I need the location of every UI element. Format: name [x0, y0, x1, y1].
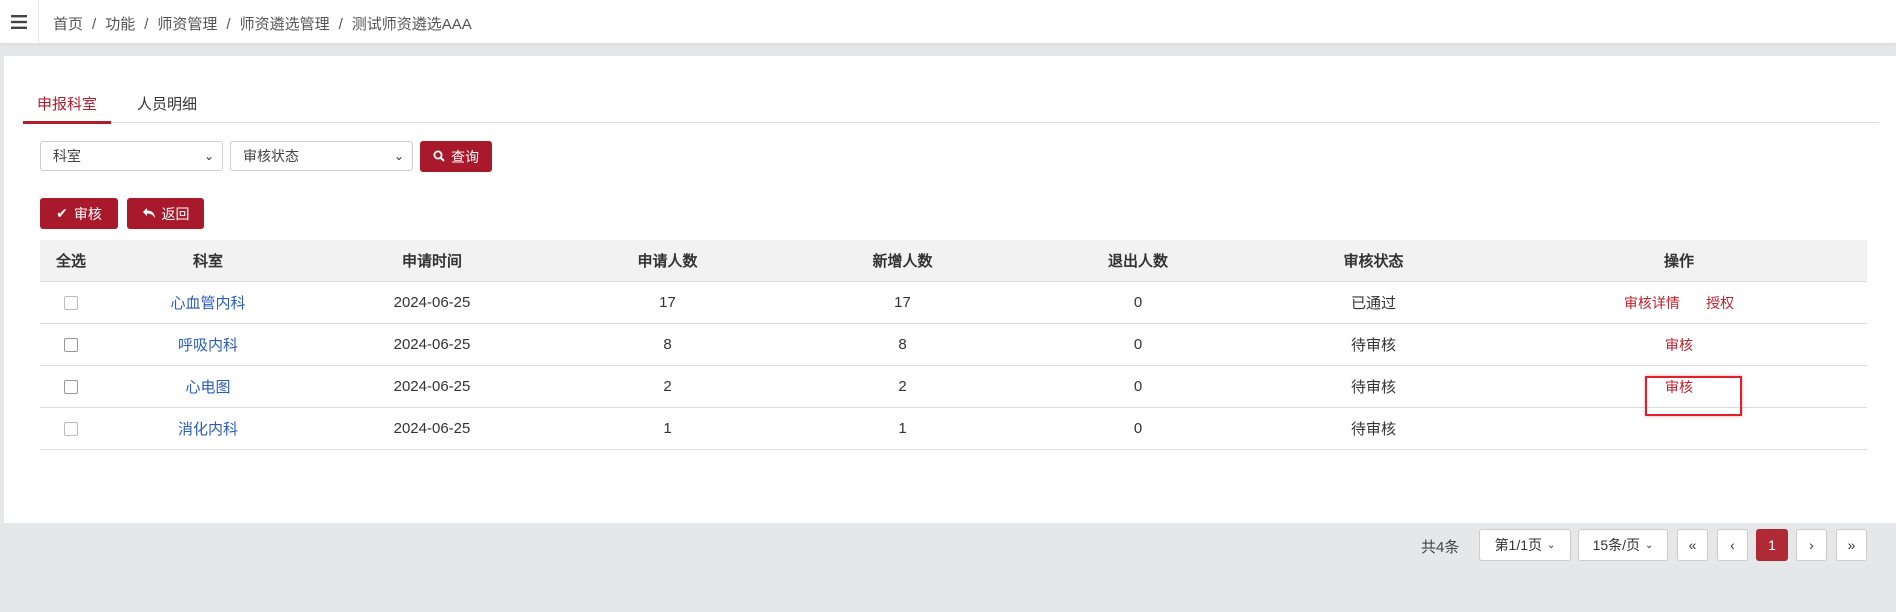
- apply-date: 2024-06-25: [314, 407, 550, 450]
- last-page-button[interactable]: »: [1836, 529, 1867, 561]
- column-header-select-all[interactable]: 全选: [40, 240, 102, 282]
- department-link[interactable]: 心血管内科: [170, 295, 245, 312]
- exited-count: 0: [1020, 323, 1256, 366]
- back-button-label: 返回: [161, 205, 190, 222]
- column-header-added: 新增人数: [785, 240, 1020, 282]
- tab-bar: 申报科室 人员明细: [23, 84, 1879, 124]
- breadcrumb-function[interactable]: 功能: [105, 16, 135, 33]
- applicant-count: 2: [550, 365, 785, 408]
- page-size-select[interactable]: 15条/页 ⌄: [1578, 529, 1668, 561]
- breadcrumb: 首页 / 功能 / 师资管理 / 师资遴选管理 / 测试师资遴选AAA: [53, 16, 472, 33]
- check-icon: ✔: [56, 205, 68, 221]
- audit-status: 待审核: [1256, 407, 1491, 450]
- chevron-down-icon: ⌄: [1645, 539, 1654, 551]
- added-count: 2: [785, 365, 1020, 408]
- current-page-button[interactable]: 1: [1756, 529, 1788, 561]
- department-link[interactable]: 呼吸内科: [178, 337, 238, 354]
- query-button-label: 查询: [451, 148, 479, 165]
- tab-department-application[interactable]: 申报科室: [23, 84, 111, 124]
- prev-page-button[interactable]: ‹: [1717, 529, 1748, 561]
- exited-count: 0: [1020, 365, 1256, 408]
- apply-date: 2024-06-25: [314, 281, 550, 324]
- breadcrumb-faculty-management[interactable]: 师资管理: [157, 16, 217, 33]
- row-checkbox[interactable]: [64, 422, 78, 437]
- query-button[interactable]: 查询: [420, 141, 492, 172]
- row-checkbox[interactable]: [64, 380, 78, 395]
- audit-details-link[interactable]: 审核详情: [1624, 295, 1680, 311]
- column-header-exited: 退出人数: [1020, 240, 1256, 282]
- main-panel: 申报科室 人员明细 科室 ⌄ 审核状态 ⌄ 查询 ✔ 审核 返回 全选 科室 申…: [4, 56, 1896, 561]
- column-header-operations: 操作: [1491, 240, 1867, 282]
- chevron-down-icon: ⌄: [203, 149, 214, 163]
- hamburger-menu-icon[interactable]: [0, 0, 39, 43]
- search-icon: [433, 149, 445, 165]
- operations-empty: [1491, 407, 1867, 450]
- authorize-link[interactable]: 授权: [1706, 295, 1734, 311]
- first-page-button[interactable]: «: [1677, 529, 1708, 561]
- column-header-department: 科室: [102, 240, 314, 282]
- next-page-button[interactable]: ›: [1796, 529, 1827, 561]
- column-header-apply-time: 申请时间: [314, 240, 550, 282]
- chevron-down-icon: ⌄: [393, 149, 404, 163]
- column-header-audit-status: 审核状态: [1256, 240, 1491, 282]
- department-table: 全选 科室 申请时间 申请人数 新增人数 退出人数 审核状态 操作 心血管内科 …: [40, 240, 1867, 450]
- audit-status: 待审核: [1256, 365, 1491, 408]
- breadcrumb-faculty-selection[interactable]: 师资遴选管理: [240, 16, 330, 33]
- breadcrumb-home[interactable]: 首页: [53, 16, 83, 33]
- pagination-total: 共4条: [1421, 539, 1460, 556]
- page-select[interactable]: 第1/1页 ⌄: [1479, 529, 1571, 561]
- apply-date: 2024-06-25: [314, 365, 550, 408]
- table-row: 心血管内科 2024-06-25 17 17 0 已通过 审核详情 授权: [40, 281, 1867, 324]
- apply-date: 2024-06-25: [314, 323, 550, 366]
- tab-personnel-details[interactable]: 人员明细: [123, 84, 211, 122]
- table-header-row: 全选 科室 申请时间 申请人数 新增人数 退出人数 审核状态 操作: [40, 240, 1867, 282]
- reply-arrow-icon: [142, 206, 156, 222]
- audit-status: 待审核: [1256, 323, 1491, 366]
- applicant-count: 1: [550, 407, 785, 450]
- applicant-count: 8: [550, 323, 785, 366]
- top-bar: 首页 / 功能 / 师资管理 / 师资遴选管理 / 测试师资遴选AAA: [0, 0, 1896, 44]
- added-count: 17: [785, 281, 1020, 324]
- back-button[interactable]: 返回: [127, 198, 204, 229]
- exited-count: 0: [1020, 407, 1256, 450]
- applicant-count: 17: [550, 281, 785, 324]
- audit-button-label: 审核: [73, 205, 102, 222]
- row-checkbox[interactable]: [64, 338, 78, 353]
- row-checkbox[interactable]: [64, 296, 78, 311]
- department-select[interactable]: 科室 ⌄: [40, 141, 223, 171]
- department-link[interactable]: 消化内科: [178, 421, 238, 438]
- breadcrumb-current: 测试师资遴选AAA: [351, 16, 472, 33]
- audit-status-select-value: 审核状态: [243, 148, 299, 164]
- added-count: 8: [785, 323, 1020, 366]
- audit-status: 已通过: [1256, 281, 1491, 324]
- page-select-value: 第1/1页: [1494, 537, 1543, 553]
- chevron-down-icon: ⌄: [1547, 539, 1556, 551]
- table-row: 呼吸内科 2024-06-25 8 8 0 待审核 审核: [40, 323, 1867, 366]
- exited-count: 0: [1020, 281, 1256, 324]
- audit-link[interactable]: 审核: [1665, 337, 1693, 353]
- table-row: 消化内科 2024-06-25 1 1 0 待审核: [40, 407, 1867, 450]
- table-row: 心电图 2024-06-25 2 2 0 待审核 审核: [40, 365, 1867, 408]
- audit-status-select[interactable]: 审核状态 ⌄: [230, 141, 413, 171]
- column-header-applicants: 申请人数: [550, 240, 785, 282]
- audit-button[interactable]: ✔ 审核: [40, 198, 118, 229]
- audit-link[interactable]: 审核: [1665, 379, 1693, 395]
- department-select-value: 科室: [53, 148, 81, 164]
- page-size-select-value: 15条/页: [1592, 537, 1641, 553]
- added-count: 1: [785, 407, 1020, 450]
- department-link[interactable]: 心电图: [185, 379, 230, 396]
